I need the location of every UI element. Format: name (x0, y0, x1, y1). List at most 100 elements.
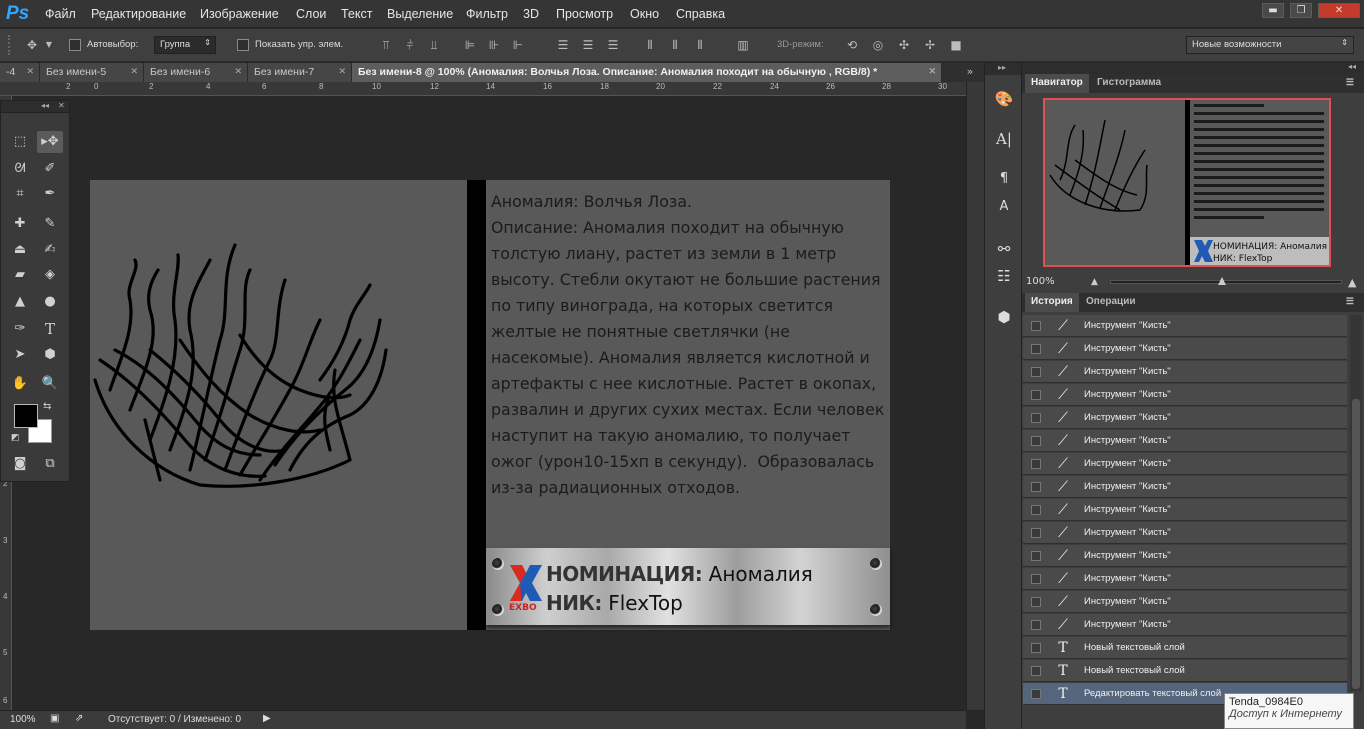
show-controls-checkbox[interactable] (237, 39, 249, 51)
distribute-left-icon[interactable]: ⦀ (642, 38, 658, 52)
close-icon[interactable]: ✕ (234, 66, 242, 77)
menu-filter[interactable]: Фильтр (466, 7, 508, 21)
history-snapshot-checkbox[interactable] (1031, 321, 1041, 331)
rotate3d-icon[interactable]: ⟲ (842, 38, 862, 52)
expand-icon[interactable]: ▸▸ (998, 63, 1006, 72)
history-item[interactable]: ⟋ Инструмент "Кисть" (1023, 338, 1347, 360)
close-button[interactable]: ✕ (1318, 3, 1360, 18)
color-palette-icon[interactable]: 🎨 (993, 88, 1015, 110)
roll3d-icon[interactable]: ◎ (870, 38, 886, 52)
zoom-readout[interactable]: 100% (10, 714, 36, 725)
character-panel-icon[interactable]: A| (993, 128, 1015, 150)
history-snapshot-checkbox[interactable] (1031, 482, 1041, 492)
align-hcenter-icon[interactable]: ⊪ (486, 38, 502, 52)
crop-tool-icon[interactable]: ⌗ (7, 183, 33, 205)
menu-image[interactable]: Изображение (200, 7, 279, 21)
distribute-top-icon[interactable]: ☰ (555, 38, 571, 52)
navigator-preview[interactable]: НОМИНАЦИЯ: Аномалия НИК: FlexTop (1043, 98, 1331, 267)
pen-tool-icon[interactable]: ✑ (7, 318, 33, 340)
share-icon[interactable]: ⇗ (75, 713, 83, 724)
autoselect-checkbox[interactable] (69, 39, 81, 51)
distribute-right-icon[interactable]: ⦀ (692, 38, 708, 52)
screen-mode-icon[interactable]: ⧉ (37, 453, 63, 475)
doc-info-icon[interactable]: ▣ (50, 713, 59, 724)
align-top-icon[interactable]: ⫪ (378, 38, 394, 52)
distribute-vcenter-icon[interactable]: ☰ (580, 38, 596, 52)
zoom-in-icon[interactable]: ▲ (1348, 276, 1356, 289)
anomaly-description-text[interactable]: Аномалия: Волчья Лоза. Описание: Аномали… (491, 189, 886, 501)
adjustments-icon[interactable]: ☷ (993, 265, 1015, 287)
shape-tool-icon[interactable]: ⬢ (37, 344, 63, 366)
zoom-out-icon[interactable]: ▲ (1091, 277, 1098, 287)
tab-histogram[interactable]: Гистограмма (1091, 74, 1167, 93)
history-snapshot-checkbox[interactable] (1031, 436, 1041, 446)
history-item[interactable]: ⟋ Инструмент "Кисть" (1023, 315, 1347, 337)
panel-menu-icon[interactable]: ☰ (1340, 74, 1360, 93)
history-snapshot-checkbox[interactable] (1031, 551, 1041, 561)
history-item[interactable]: ⟋ Инструмент "Кисть" (1023, 614, 1347, 636)
history-item[interactable]: ⟋ Инструмент "Кисть" (1023, 568, 1347, 590)
menu-file[interactable]: Файл (45, 7, 76, 21)
move-tool-icon[interactable]: ▸✥ (37, 131, 63, 153)
menu-select[interactable]: Выделение (387, 7, 453, 21)
tab-doc-4[interactable]: -4 ✕ (0, 63, 40, 82)
minimize-button[interactable]: ▬ (1262, 3, 1284, 18)
collapse-icon[interactable]: ◂◂ (41, 101, 49, 110)
history-snapshot-checkbox[interactable] (1031, 597, 1041, 607)
workspace-select[interactable]: Новые возможности ⇕ (1186, 36, 1354, 54)
3d-panel-icon[interactable]: ⬢ (993, 306, 1015, 328)
chevron-down-icon[interactable]: ▼ (44, 38, 54, 52)
history-snapshot-checkbox[interactable] (1031, 689, 1041, 699)
history-snapshot-checkbox[interactable] (1031, 643, 1041, 653)
tab-actions[interactable]: Операции (1080, 293, 1142, 312)
tools-panel-header[interactable]: ◂◂ ✕ (1, 101, 69, 113)
align-bottom-icon[interactable]: ⫫ (426, 38, 442, 52)
panels-header[interactable]: ◂◂ (1022, 62, 1364, 74)
tab-doc-5[interactable]: Без имени-5 ✕ (40, 63, 144, 82)
tab-doc-6[interactable]: Без имени-6 ✕ (144, 63, 248, 82)
tab-doc-8[interactable]: Без имени-8 @ 100% (Аномалия: Волчья Лоз… (352, 63, 942, 82)
zoom-tool-icon[interactable]: 🔍 (37, 373, 63, 395)
history-item[interactable]: ⟋ Инструмент "Кисть" (1023, 361, 1347, 383)
history-snapshot-checkbox[interactable] (1031, 413, 1041, 423)
history-snapshot-checkbox[interactable] (1031, 666, 1041, 676)
menu-edit[interactable]: Редактирование (91, 7, 186, 21)
distribute-bottom-icon[interactable]: ☰ (605, 38, 621, 52)
align-vcenter-icon[interactable]: ⫩ (402, 38, 418, 52)
history-item[interactable]: ⟋ Инструмент "Кисть" (1023, 522, 1347, 544)
history-snapshot-checkbox[interactable] (1031, 574, 1041, 584)
close-icon[interactable]: ✕ (338, 66, 346, 77)
marquee-tool-icon[interactable]: ⬚ (7, 131, 33, 153)
history-snapshot-checkbox[interactable] (1031, 344, 1041, 354)
menu-layers[interactable]: Слои (296, 7, 326, 21)
history-item[interactable]: ⟋ Инструмент "Кисть" (1023, 476, 1347, 498)
brush-presets-icon[interactable]: ⚯ (993, 238, 1015, 260)
history-item[interactable]: T Новый текстовый слой (1023, 637, 1347, 659)
path-select-tool-icon[interactable]: ➤ (7, 344, 33, 366)
status-menu-arrow-icon[interactable]: ▶ (263, 713, 271, 724)
close-icon[interactable]: ✕ (130, 66, 138, 77)
eraser-tool-icon[interactable]: ▰ (7, 264, 33, 286)
navigator-zoom-slider[interactable] (1110, 277, 1342, 285)
collapse-icon[interactable]: ◂◂ (1348, 62, 1356, 71)
history-snapshot-checkbox[interactable] (1031, 459, 1041, 469)
menu-3d[interactable]: 3D (523, 7, 539, 21)
quick-select-tool-icon[interactable]: ✐ (37, 158, 63, 180)
canvas-vertical-scrollbar[interactable] (966, 82, 984, 710)
zoom-slider-thumb[interactable] (1218, 277, 1227, 285)
tab-navigator[interactable]: Навигатор (1025, 74, 1089, 93)
history-scrollbar[interactable] (1350, 315, 1362, 691)
close-icon[interactable]: ✕ (26, 66, 34, 77)
blur-tool-icon[interactable]: ▲ (7, 291, 33, 313)
foreground-color-swatch[interactable] (14, 404, 38, 428)
history-snapshot-checkbox[interactable] (1031, 528, 1041, 538)
history-item[interactable]: ⟋ Инструмент "Кисть" (1023, 591, 1347, 613)
slide3d-icon[interactable]: ✢ (922, 38, 938, 52)
history-item[interactable]: T Новый текстовый слой (1023, 660, 1347, 682)
autoselect-select[interactable]: Группа ⇕ (154, 36, 216, 54)
menu-view[interactable]: Просмотр (556, 7, 613, 21)
healing-tool-icon[interactable]: ✚ (7, 213, 33, 235)
navigator-zoom-value[interactable]: 100% (1026, 276, 1055, 287)
eyedropper-tool-icon[interactable]: ✒ (37, 183, 63, 205)
history-snapshot-checkbox[interactable] (1031, 505, 1041, 515)
